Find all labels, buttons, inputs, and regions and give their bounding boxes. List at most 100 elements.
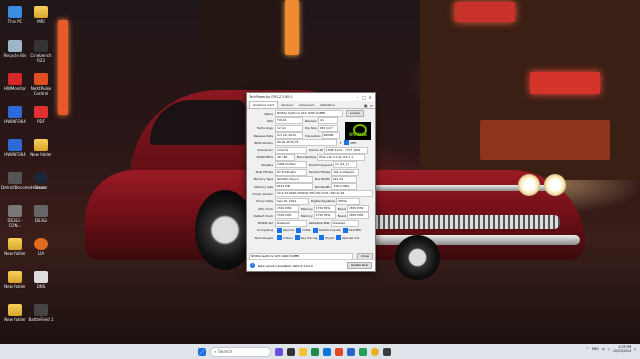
car-headlight [518, 174, 540, 196]
texture-fillrate-value: 161.0 GTexel/s [331, 168, 360, 176]
window-title: TechPowerUp GPU-Z 2.60.0 [249, 95, 293, 99]
row-driver-version: Driver Version 32.0.15.6590 (NVIDIA 565.… [249, 190, 373, 198]
desktop-icon-nextpulse[interactable]: NeXtPulse Control [27, 73, 55, 96]
start-icon[interactable] [198, 347, 206, 356]
car-wheel [395, 235, 440, 280]
row-bios: BIOS Version 90.16.4F.40.7E ⇪ UEFI [254, 139, 357, 147]
close-window-button[interactable]: ✕ [367, 95, 373, 100]
resizable-bar-value: Disabled [330, 219, 359, 227]
update-now-button[interactable]: Update Now [346, 262, 372, 269]
desktop-icon-cinebench[interactable]: Cinebench R23 [27, 40, 55, 63]
system-tray: ^ ENG ◔ ◁ 4:55 PM 10/23/2024 ▯ [586, 345, 636, 353]
rops-value: 48 / 88 [275, 153, 295, 161]
desktop-icon-lia[interactable]: LIA [27, 238, 55, 256]
row-computing: Computing OpenCL CUDA DirectCompute Dire… [257, 227, 362, 233]
app-icon[interactable] [359, 347, 367, 356]
desktop-icon-dns[interactable]: DNS [27, 271, 55, 289]
shop-window [480, 120, 610, 160]
tab-graphics-card[interactable]: Graphics Card [249, 101, 279, 108]
lookup-button[interactable]: Lookup [346, 110, 365, 118]
row-memory-type: Memory Type GDDR6 (Hynix) Bus Width 192 … [249, 175, 373, 183]
edge-icon[interactable] [323, 347, 331, 356]
row-sli: NVIDIA SLI Disabled Resizable BAR Disabl… [249, 219, 373, 227]
clock[interactable]: 4:55 PM 10/23/2024 [613, 345, 631, 353]
desktop-icon-hwinfo64[interactable]: HWiNFO64 [1, 106, 29, 124]
desktop-icon-recycle-bin[interactable]: Recycle Bin [1, 40, 29, 58]
search-box[interactable]: ⌕ Search [210, 346, 271, 357]
file-icon [34, 271, 48, 283]
game-icon [34, 304, 48, 316]
app-icon [34, 238, 48, 250]
desktop-icon-ds3gi[interactable]: DS3Gi [27, 205, 55, 223]
uefi-checkbox [343, 140, 349, 146]
menu-icon[interactable]: ≡ [370, 103, 373, 108]
desktop-icon-detroit[interactable]: DetroitBecomeHuman [1, 172, 45, 190]
row-subvendor: Subvendor Colorful Device ID 10DE 21C4 -… [249, 146, 373, 154]
gpuz-taskbar-icon[interactable] [383, 347, 391, 356]
memory-clock-value: 1750 MHz [313, 205, 336, 212]
date: 10/23/2024 [612, 349, 632, 353]
driver-version-value: 32.0.15.6590 (NVIDIA 565.90) DCH / Win11… [275, 190, 373, 198]
recycle-bin-icon [8, 40, 22, 52]
hwinfo-icon [8, 106, 22, 118]
default-clock-value: 1530 MHz [275, 212, 299, 220]
file-explorer-icon[interactable] [299, 347, 307, 356]
title-bar[interactable]: TechPowerUp GPU-Z 2.60.0 – □ ✕ [247, 93, 375, 101]
notification-icon[interactable]: ▯ [634, 347, 636, 351]
desktop-icon-steam[interactable]: Steam [27, 172, 55, 190]
pdf-icon [34, 106, 48, 118]
taskbar-apps: ⌕ Search [198, 346, 391, 357]
desktop-icon-mri[interactable]: MRI [27, 6, 55, 24]
task-view-icon[interactable] [287, 347, 295, 356]
boost-clock-value: 1830 MHz [346, 205, 369, 212]
desktop-icon-new-folder-4[interactable]: New folder [1, 304, 29, 322]
cuda-checkbox [296, 227, 302, 233]
revision-value: A1 [318, 117, 339, 125]
nextpulse-icon [34, 73, 48, 85]
transistors-value: 6600M [321, 132, 340, 140]
volume-icon[interactable]: ◁ [607, 347, 609, 351]
opengl-checkbox [336, 235, 342, 241]
app-icon[interactable] [311, 347, 319, 356]
copilot-icon[interactable] [275, 347, 283, 356]
car-headlight [544, 174, 566, 196]
chrome-icon[interactable] [371, 347, 379, 356]
tab-advanced[interactable]: Advanced [296, 102, 317, 108]
share-icon[interactable]: ⇪ [339, 141, 342, 145]
desktop-icon-this-pc[interactable]: This PC [1, 6, 29, 24]
app-icon[interactable] [347, 347, 355, 356]
chevron-up-icon[interactable]: ^ [586, 347, 589, 351]
language-indicator[interactable]: ENG [592, 347, 599, 351]
info-icon: i [250, 263, 255, 268]
desktop-icon-new-folder-3[interactable]: New folder [1, 271, 29, 289]
driver-date-value: Sep 26, 2024 [275, 197, 309, 205]
taskbar: ⌕ Search ^ ENG ◔ ◁ 4:55 PM 10/23/2024 ▯ [0, 344, 640, 359]
row-default-clock: Default Clock 1530 MHz Memory 1750 MHz B… [249, 212, 373, 220]
opencl-checkbox [277, 227, 282, 233]
row-driver-date: Driver Date Sep 26, 2024 Digital Signatu… [249, 197, 373, 205]
wifi-icon[interactable]: ◔ [602, 347, 605, 351]
row-fillrate: Pixel Fillrate 87.8 GPixel/s Texture Fil… [249, 168, 373, 176]
app-icon [8, 205, 22, 217]
desktop-icon-battlefield[interactable]: BattleField 1 [27, 304, 55, 322]
release-date-value: Oct 29, 2019 [275, 132, 303, 140]
tab-validation[interactable]: Validation [317, 102, 338, 108]
folder-icon [34, 139, 48, 151]
desktop-icon-pdf[interactable]: PDF [27, 106, 55, 124]
desktop-icon-ds3gi-con[interactable]: DS3Gi - CON... [1, 205, 29, 228]
store-icon[interactable] [335, 347, 343, 356]
camera-icon[interactable]: ▣ [364, 103, 368, 108]
desktop-icon-hwinfo64-2[interactable]: HWiNFO64 [1, 139, 29, 157]
directml-checkbox [342, 227, 348, 233]
steam-icon [34, 172, 48, 184]
neon-sign [455, 2, 515, 22]
update-notification: i New version available: GPU-Z 2.61.0 Up… [247, 259, 375, 271]
vulkan-checkbox [277, 235, 282, 241]
shaders-value: 1408 Unified [275, 161, 307, 169]
tab-sensors[interactable]: Sensors [278, 102, 296, 108]
desktop-icon-new-folder-1[interactable]: New folder [27, 139, 55, 157]
bios-value: 90.16.4F.40.7E [275, 139, 337, 147]
desktop-icon-new-folder-2[interactable]: New folder [1, 238, 29, 256]
gpuz-window[interactable]: TechPowerUp GPU-Z 2.60.0 – □ ✕ Graphics … [246, 92, 376, 272]
desktop-icon-hwmonitor[interactable]: HWMonitor [1, 73, 29, 91]
